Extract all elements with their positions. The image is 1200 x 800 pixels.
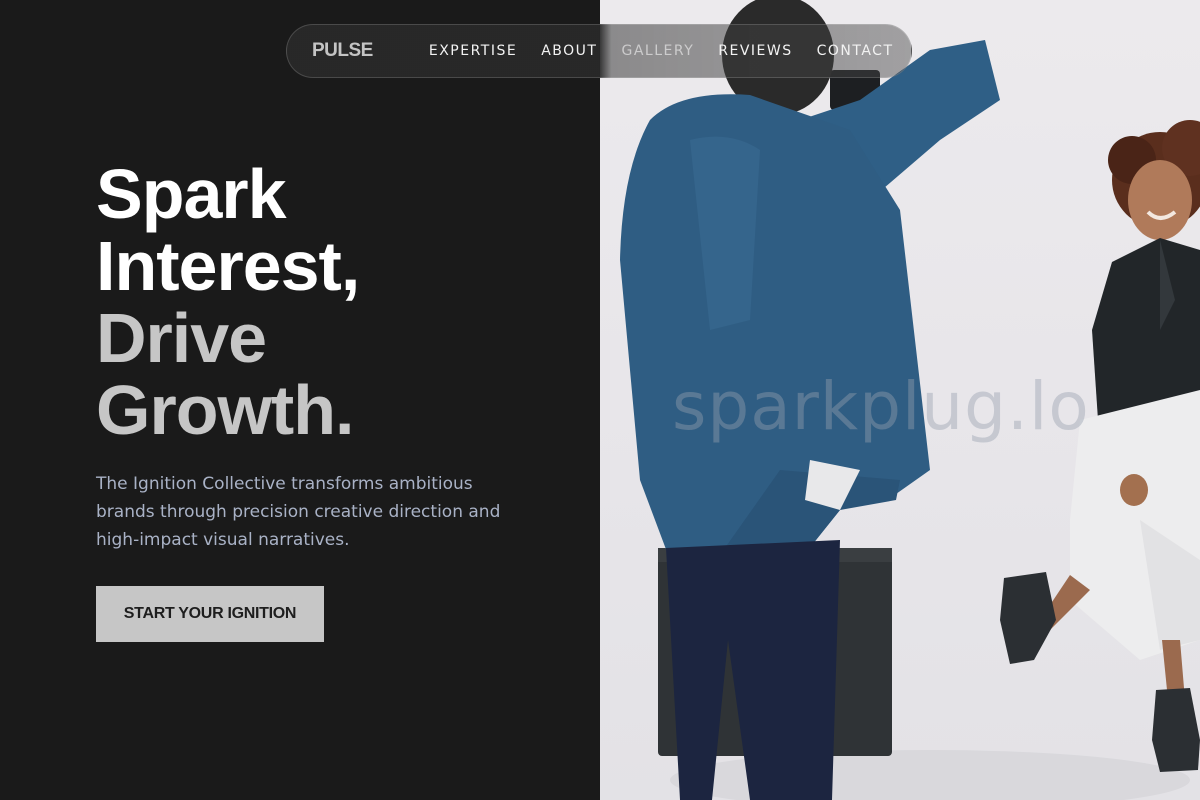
headline-line-4: Growth. xyxy=(96,371,354,449)
nav-link-gallery[interactable]: GALLERY xyxy=(621,43,694,59)
start-ignition-button[interactable]: START YOUR IGNITION xyxy=(96,586,324,642)
nav-link-contact[interactable]: CONTACT xyxy=(817,43,894,59)
hero-subtitle: The Ignition Collective transforms ambit… xyxy=(96,474,501,550)
hero-headline: Spark Interest, Drive Growth. xyxy=(96,158,576,446)
nav-link-expertise[interactable]: EXPERTISE xyxy=(429,43,517,59)
headline-line-1: Spark xyxy=(96,155,287,233)
top-navigation: PULSE EXPERTISE ABOUT GALLERY REVIEWS CO… xyxy=(286,24,912,78)
nav-link-about[interactable]: ABOUT xyxy=(541,43,597,59)
brand-logo[interactable]: PULSE xyxy=(312,40,373,62)
hero-photo-panel xyxy=(600,0,1200,800)
nav-links: EXPERTISE ABOUT GALLERY REVIEWS CONTACT xyxy=(429,43,918,59)
headline-line-3: Drive xyxy=(96,299,267,377)
headline-line-2: Interest, xyxy=(96,227,360,305)
nav-link-reviews[interactable]: REVIEWS xyxy=(718,43,792,59)
photographer-and-model-photo xyxy=(620,0,1200,800)
